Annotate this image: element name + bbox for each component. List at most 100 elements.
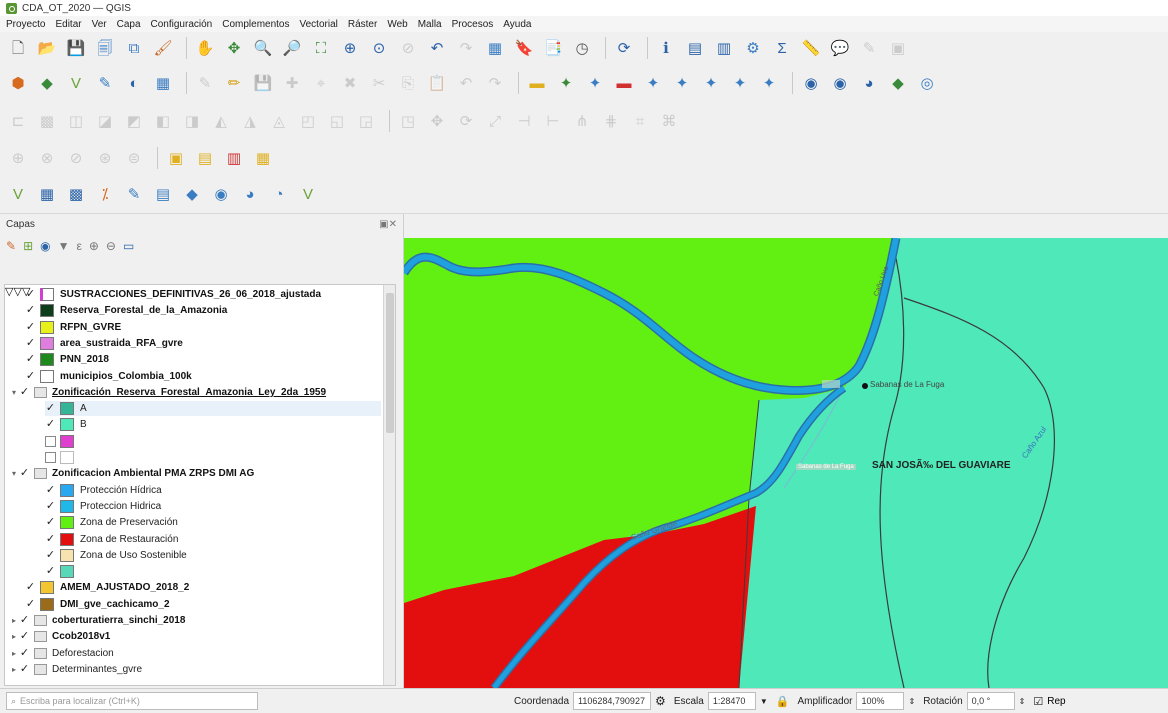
filter-expression-icon[interactable]: ε [77,239,82,253]
layer-row[interactable] [45,450,80,465]
refresh-icon[interactable]: ⟳ [612,37,636,59]
layer-row[interactable]: ▸ ✓ coberturatierra_sinchi_2018 [9,613,185,628]
python-console-icon[interactable]: ◎ [915,72,939,94]
align-rasters-icon[interactable]: ⊢ [541,110,565,132]
new-project-icon[interactable]: 🗋 [6,37,30,59]
virtual-layer-icon[interactable]: ▦ [151,72,175,94]
rotation-spin-icon[interactable]: ⇕ [1019,697,1026,706]
bookmark-icon[interactable]: 🔖 [512,37,536,59]
layer-visibility-checkbox[interactable]: ✓ [45,419,56,430]
undo-icon[interactable]: ↶ [454,72,478,94]
menu-9[interactable]: Web [387,19,407,30]
layout-manager-icon[interactable]: ⧉ [122,37,146,59]
merge-attributes-icon[interactable]: ◱ [325,110,349,132]
new-shapefile-icon[interactable]: V [64,72,88,94]
trim-extend-icon[interactable]: ⊣ [512,110,536,132]
coordinate-toggle-icon[interactable]: ⚙ [655,694,666,708]
wfs-layer-icon[interactable]: ◉ [828,72,852,94]
menu-1[interactable]: Proyecto [6,19,45,30]
split-features-icon[interactable]: ◮ [238,110,262,132]
redo-icon[interactable]: ↷ [483,72,507,94]
move-label-icon[interactable]: ✦ [641,72,665,94]
layer-filter-icon[interactable]: ▽ [13,286,21,298]
layer-visibility-checkbox[interactable]: ✓ [45,549,56,561]
show-bookmarks-icon[interactable]: 📑 [541,37,565,59]
expand-arrow-icon[interactable]: ▸ [9,632,19,641]
layer-visibility-checkbox[interactable]: ✓ [45,566,56,577]
style-manager-icon[interactable]: 🖌 [151,37,175,59]
reshape-icon[interactable]: ◨ [180,110,204,132]
deselect-all-icon[interactable]: ▥ [222,147,246,169]
digitize-pencil-icon[interactable]: ✎ [193,72,217,94]
pan-to-selection-icon[interactable]: ✥ [222,37,246,59]
select-by-value-icon[interactable]: ▤ [193,147,217,169]
save-project-icon[interactable]: 💾 [64,37,88,59]
add-postgis-icon[interactable]: ✎ [122,184,146,206]
rotate-point-icon[interactable]: ◲ [354,110,378,132]
new-map-view-icon[interactable]: ▦ [483,37,507,59]
expand-arrow-icon[interactable]: ▸ [9,665,19,674]
zoom-in-icon[interactable]: 🔍 [251,37,275,59]
plugin-icon[interactable]: ◆ [886,72,910,94]
select-by-expression-icon[interactable]: ⌘ [657,110,681,132]
panel-float-close-icon[interactable]: ▣✕ [379,219,397,230]
layer-visibility-checkbox[interactable]: ✓ [25,354,36,365]
zoom-to-selection-icon[interactable]: ⊕ [338,37,362,59]
layouts-icon[interactable]: 🗐 [93,37,117,59]
layer-visibility-checkbox[interactable]: ✓ [45,500,56,512]
menu-10[interactable]: Malla [418,19,442,30]
show-hide-labels-icon[interactable]: ✦ [728,72,752,94]
expand-arrow-icon[interactable]: ▸ [9,616,19,625]
layer-visibility-checkbox[interactable] [45,435,56,447]
layers-tree[interactable]: ✓ SUSTRACCIONES_DEFINITIVAS_26_06_2018_aj… [4,284,396,686]
add-feature-icon[interactable]: ✚ [280,72,304,94]
menu-12[interactable]: Ayuda [503,19,531,30]
expand-arrow-icon[interactable]: ▾ [9,388,19,397]
layer-visibility-checkbox[interactable]: ✓ [19,468,30,479]
magnifier-spin-icon[interactable]: ⇕ [908,697,915,706]
layer-visibility-checkbox[interactable]: ✓ [19,647,30,659]
advanced-digitize-icon[interactable]: ⊏ [6,110,30,132]
scale-dropdown-icon[interactable]: ▼ [760,697,768,706]
wms-layer-icon[interactable]: ◉ [799,72,823,94]
layer-visibility-checkbox[interactable]: ✓ [25,289,36,300]
zoom-full-icon[interactable]: ⛶ [309,37,333,59]
measure-icon[interactable]: 📏 [799,37,823,59]
delete-part-icon[interactable]: ◧ [151,110,175,132]
new-spatialite-icon[interactable]: ✎ [93,72,117,94]
layer-row[interactable]: ✓ PNN_2018 [25,352,109,367]
layer-row[interactable]: ▾ ✓ Zonificación_Reserva_Forestal_Amazonia… [9,385,326,400]
layer-visibility-checkbox[interactable]: ✓ [45,517,56,528]
statistics-icon[interactable]: ▥ [712,37,736,59]
layer-row[interactable]: ▸ ✓ Ccob2018v1 [9,629,110,644]
scale-field[interactable]: 1:28470 [707,692,756,710]
topology-checker-icon[interactable]: ⊘ [64,147,88,169]
remove-layer-icon[interactable]: ▭ [123,239,134,253]
label-tool-icon[interactable]: ✦ [757,72,781,94]
layer-row[interactable]: ✓ Protección Hídrica [45,483,162,498]
rotate-feature-icon[interactable]: ⟳ [454,110,478,132]
select-by-location-icon[interactable]: ⌗ [628,110,652,132]
add-part-icon[interactable]: ◫ [64,110,88,132]
layer-row[interactable]: ✓ AMEM_AJUSTADO_2018_2 [25,580,189,595]
layer-visibility-checkbox[interactable]: ✓ [19,386,30,398]
globe-icon[interactable]: ◕ [857,72,881,94]
delete-ring-icon[interactable]: ◩ [122,110,146,132]
menu-5[interactable]: Configuración [151,19,213,30]
layer-visibility-checkbox[interactable]: ✓ [45,403,56,414]
menu-7[interactable]: Vectorial [300,19,338,30]
text-annotation-icon[interactable]: ✎ [857,37,881,59]
scrollbar-thumb[interactable] [386,293,394,433]
layer-visibility-checkbox[interactable]: ✓ [25,582,36,593]
zoom-next-icon[interactable]: ↷ [454,37,478,59]
menu-11[interactable]: Procesos [452,19,494,30]
fill-ring-icon[interactable]: ◪ [93,110,117,132]
rotate-label-icon[interactable]: ✦ [670,72,694,94]
layer-visibility-checkbox[interactable]: ✓ [19,631,30,642]
layer-visibility-checkbox[interactable]: ✓ [19,663,30,675]
layer-row[interactable]: ✓ [45,564,80,579]
new-vector-layer-icon[interactable]: V [6,184,30,206]
layer-row[interactable]: ✓ B [45,417,87,432]
layer-row[interactable]: ✓ SUSTRACCIONES_DEFINITIVAS_26_06_2018_aj… [25,287,321,302]
layer-row[interactable]: ✓ Zona de Preservación [45,515,178,530]
